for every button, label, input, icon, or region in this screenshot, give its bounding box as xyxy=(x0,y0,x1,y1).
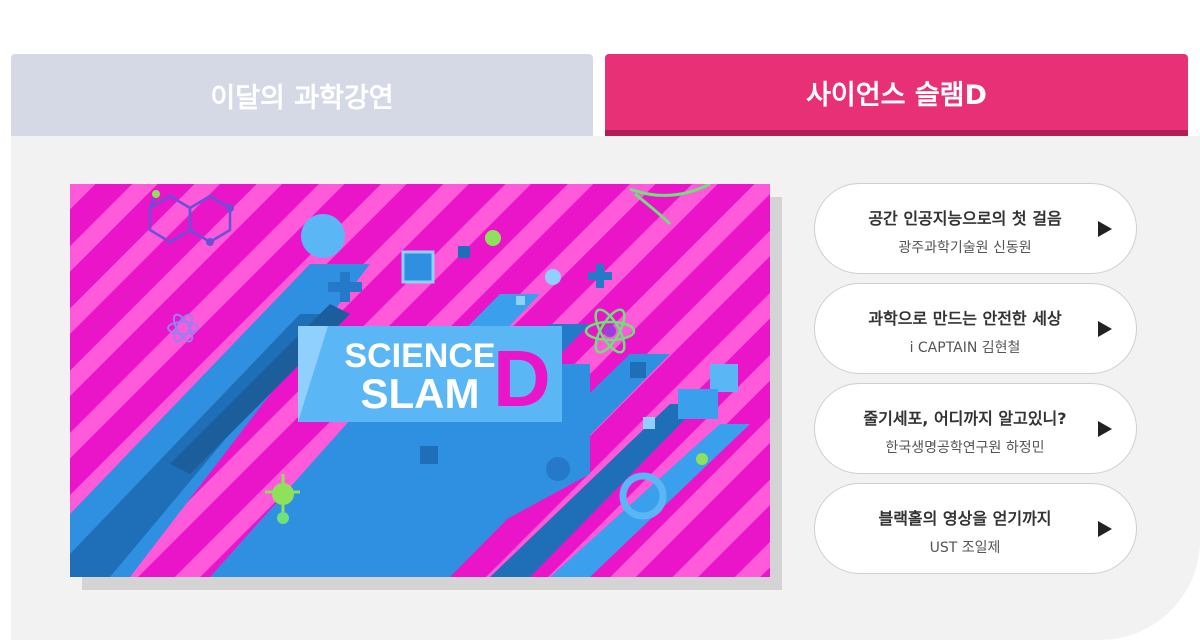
logo-letter-d: D xyxy=(493,334,551,423)
cube-shape xyxy=(516,296,525,305)
talk-item[interactable]: 줄기세포, 어디까지 알고있니? 한국생명공학연구원 하정민 xyxy=(814,383,1137,474)
cube-shape xyxy=(678,389,718,419)
talk-speaker: 광주과학기술원 신동원 xyxy=(898,240,1032,256)
logo-text-slam: SLAM xyxy=(361,370,480,417)
play-arrow-icon[interactable] xyxy=(1098,421,1112,437)
cube-shape xyxy=(630,362,646,378)
atom-dot xyxy=(152,190,160,198)
tab-bar: 이달의 과학강연 사이언스 슬램D xyxy=(11,54,1188,136)
atom-dot xyxy=(696,453,708,465)
banner-artwork: SCIENCE SLAM D xyxy=(70,184,770,577)
cube-shape xyxy=(401,250,435,284)
play-arrow-icon[interactable] xyxy=(1098,521,1112,537)
tab-science-slam[interactable]: 사이언스 슬램D xyxy=(605,54,1188,136)
talk-title: 블랙홀의 영상을 얻기까지 xyxy=(878,509,1052,528)
talk-title: 공간 인공지능으로의 첫 걸음 xyxy=(868,209,1062,228)
sphere-shape xyxy=(545,269,561,285)
atom-dot xyxy=(272,483,294,505)
atom-dot xyxy=(277,512,289,524)
sphere-shape xyxy=(546,457,570,481)
talk-speaker: i CAPTAIN 김현철 xyxy=(909,340,1021,356)
tab-monthly-lecture[interactable]: 이달의 과학강연 xyxy=(11,54,593,136)
cube-shape xyxy=(458,246,470,258)
talk-speaker: UST 조일제 xyxy=(929,540,1001,556)
atom-dot xyxy=(300,489,312,501)
play-arrow-icon[interactable] xyxy=(1098,321,1112,337)
atom-dot xyxy=(206,238,214,246)
talk-item[interactable]: 공간 인공지능으로의 첫 걸음 광주과학기술원 신동원 xyxy=(814,183,1137,274)
cube-shape xyxy=(420,446,438,464)
sphere-shape xyxy=(301,214,345,258)
talk-title: 줄기세포, 어디까지 알고있니? xyxy=(863,409,1067,428)
talk-item[interactable]: 과학으로 만드는 안전한 세상 i CAPTAIN 김현철 xyxy=(814,283,1137,374)
atom-dot xyxy=(485,230,501,246)
atom-nucleus xyxy=(604,325,616,337)
cube-shape xyxy=(710,364,738,392)
talk-speaker: 한국생명공학연구원 하정민 xyxy=(885,440,1045,456)
science-slam-banner[interactable]: SCIENCE SLAM D xyxy=(70,184,770,577)
play-arrow-icon[interactable] xyxy=(1098,221,1112,237)
cube-shape xyxy=(643,417,655,429)
atom-dot xyxy=(226,204,234,212)
talk-item[interactable]: 블랙홀의 영상을 얻기까지 UST 조일제 xyxy=(814,483,1137,574)
talk-title: 과학으로 만드는 안전한 세상 xyxy=(868,309,1062,328)
